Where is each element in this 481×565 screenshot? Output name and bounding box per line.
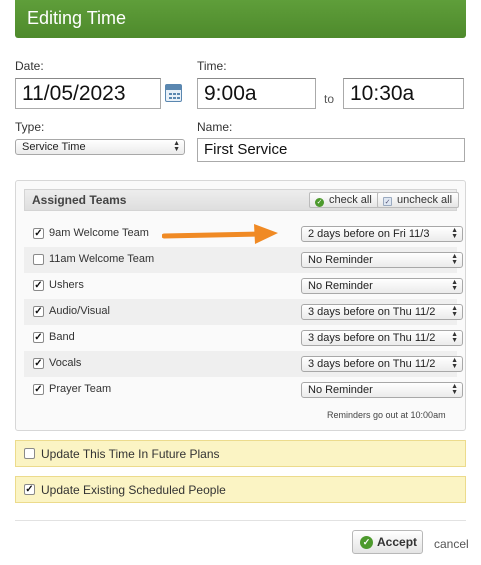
- select-arrows-icon: ▲ ▼: [451, 279, 458, 292]
- team-row: ✓ Vocals 3 days before on Thu 11/2 ▲ ▼: [24, 351, 463, 377]
- team-name: Ushers: [49, 279, 84, 291]
- team-name: 9am Welcome Team: [49, 227, 149, 239]
- check-circle-icon: ✓: [360, 536, 373, 549]
- reminder-select[interactable]: 3 days before on Thu 11/2 ▲ ▼: [301, 330, 463, 346]
- team-row: ✓ Ushers No Reminder ▲ ▼: [24, 273, 463, 299]
- start-time-input[interactable]: 9:00a: [197, 78, 316, 109]
- accept-button[interactable]: ✓ Accept: [352, 530, 423, 554]
- type-select[interactable]: Service Time ▲ ▼: [15, 139, 185, 155]
- date-input[interactable]: 11/05/2023: [15, 78, 161, 109]
- checkbox-icon: ✓: [383, 197, 392, 206]
- team-name: Band: [49, 331, 75, 343]
- dialog-header: Editing Time: [15, 0, 466, 38]
- to-label: to: [324, 92, 335, 106]
- reminder-value: 3 days before on Thu 11/2: [308, 358, 436, 370]
- reminder-value: 3 days before on Thu 11/2: [308, 306, 436, 318]
- team-checkbox[interactable]: [33, 254, 44, 265]
- select-arrows-icon: ▲ ▼: [451, 227, 458, 240]
- reminder-value: 2 days before on Fri 11/3: [308, 228, 430, 240]
- date-label: Date:: [15, 59, 44, 73]
- reminder-value: No Reminder: [308, 254, 373, 266]
- team-name: 11am Welcome Team: [49, 253, 155, 265]
- dialog-title: Editing Time: [27, 8, 127, 28]
- team-row: ✓ Audio/Visual 3 days before on Thu 11/2…: [24, 299, 463, 325]
- update-existing-label: Update Existing Scheduled People: [41, 483, 226, 497]
- check-circle-icon: ✓: [315, 198, 324, 207]
- uncheck-all-label: uncheck all: [397, 194, 453, 206]
- name-input[interactable]: First Service: [197, 138, 465, 162]
- select-arrows-icon: ▲ ▼: [173, 140, 180, 153]
- team-row: ✓ Prayer Team No Reminder ▲ ▼: [24, 377, 463, 403]
- update-future-checkbox[interactable]: [24, 448, 35, 459]
- team-checkbox[interactable]: ✓: [33, 280, 44, 291]
- team-checkbox[interactable]: ✓: [33, 358, 44, 369]
- reminder-select[interactable]: 3 days before on Thu 11/2 ▲ ▼: [301, 356, 463, 372]
- time-label: Time:: [197, 59, 227, 73]
- team-checkbox[interactable]: ✓: [33, 384, 44, 395]
- update-future-label: Update This Time In Future Plans: [41, 447, 220, 461]
- team-row: ✓ Band 3 days before on Thu 11/2 ▲ ▼: [24, 325, 463, 351]
- update-existing-option[interactable]: ✓ Update Existing Scheduled People: [15, 476, 466, 503]
- reminder-value: No Reminder: [308, 280, 373, 292]
- reminder-footnote: Reminders go out at 10:00am: [327, 410, 446, 420]
- reminder-value: No Reminder: [308, 384, 373, 396]
- team-checkbox[interactable]: ✓: [33, 306, 44, 317]
- reminder-select[interactable]: No Reminder ▲ ▼: [301, 382, 463, 398]
- team-row: 11am Welcome Team No Reminder ▲ ▼: [24, 247, 463, 273]
- name-label: Name:: [197, 120, 233, 134]
- assigned-teams-header: Assigned Teams ✓ check all ✓ uncheck all: [24, 189, 460, 211]
- select-arrows-icon: ▲ ▼: [451, 357, 458, 370]
- reminder-select[interactable]: No Reminder ▲ ▼: [301, 278, 463, 294]
- team-name: Prayer Team: [49, 383, 112, 395]
- check-all-label: check all: [329, 194, 372, 206]
- assigned-teams-panel: Assigned Teams ✓ check all ✓ uncheck all ✓…: [15, 180, 466, 431]
- reminder-select[interactable]: 2 days before on Fri 11/3 ▲ ▼: [301, 226, 463, 242]
- type-select-value: Service Time: [22, 141, 86, 153]
- team-name: Vocals: [49, 357, 82, 369]
- reminder-select[interactable]: 3 days before on Thu 11/2 ▲ ▼: [301, 304, 463, 320]
- end-time-input[interactable]: 10:30a: [343, 78, 464, 109]
- select-arrows-icon: ▲ ▼: [451, 331, 458, 344]
- calendar-icon[interactable]: [165, 84, 182, 102]
- team-name: Audio/Visual: [49, 305, 110, 317]
- select-arrows-icon: ▲ ▼: [451, 253, 458, 266]
- cancel-link[interactable]: cancel: [434, 537, 469, 551]
- uncheck-all-button[interactable]: ✓ uncheck all: [377, 192, 460, 208]
- update-existing-checkbox[interactable]: ✓: [24, 484, 35, 495]
- footer-divider: [15, 520, 466, 521]
- assigned-teams-title: Assigned Teams: [32, 193, 127, 207]
- update-future-option[interactable]: Update This Time In Future Plans: [15, 440, 466, 467]
- select-arrows-icon: ▲ ▼: [451, 305, 458, 318]
- callout-arrow-icon: [162, 224, 278, 244]
- reminder-select[interactable]: No Reminder ▲ ▼: [301, 252, 463, 268]
- accept-label: Accept: [377, 535, 418, 549]
- select-arrows-icon: ▲ ▼: [451, 383, 458, 396]
- check-all-button[interactable]: ✓ check all: [309, 192, 379, 208]
- reminder-value: 3 days before on Thu 11/2: [308, 332, 436, 344]
- type-label: Type:: [15, 120, 45, 134]
- team-checkbox[interactable]: ✓: [33, 228, 44, 239]
- team-checkbox[interactable]: ✓: [33, 332, 44, 343]
